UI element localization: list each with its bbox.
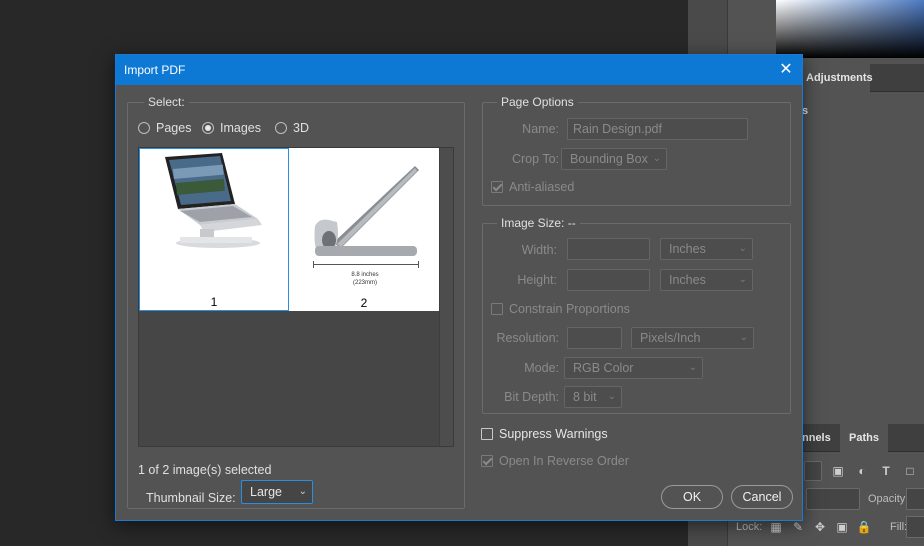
- tab-adjustments[interactable]: Adjustments: [800, 64, 873, 92]
- thumbnail-grid[interactable]: 1 8.8 inches (223mm) 2: [138, 147, 454, 447]
- brush-icon[interactable]: ✎: [790, 519, 806, 535]
- select-legend: Select:: [144, 95, 189, 109]
- radio-images-label: Images: [220, 121, 261, 135]
- opacity-label: Opacity:: [868, 493, 909, 505]
- suppress-warnings-checkbox[interactable]: Suppress Warnings: [481, 427, 608, 441]
- suppress-warnings-check-icon[interactable]: [481, 428, 493, 440]
- suppress-warnings-label: Suppress Warnings: [499, 427, 608, 441]
- thumbnail-1-label: 1: [210, 295, 218, 309]
- thumbnail-size-value: Large: [250, 485, 282, 499]
- reverse-order-label: Open In Reverse Order: [499, 454, 629, 468]
- constrain-proportions-checkbox[interactable]: Constrain Proportions: [491, 302, 630, 316]
- radio-3d[interactable]: 3D: [275, 121, 309, 135]
- layer-filter-select[interactable]: [804, 461, 822, 481]
- select-group: Select: Pages Images 3D 1 8.8 inches (22…: [127, 95, 465, 509]
- chevron-down-icon: ⌄: [607, 391, 616, 402]
- page-options-legend: Page Options: [497, 95, 578, 109]
- dialog-title: Import PDF: [124, 63, 186, 77]
- dialog-titlebar[interactable]: Import PDF ✕: [116, 55, 802, 85]
- name-field-value: Rain Design.pdf: [573, 122, 662, 136]
- resolution-unit-value: Pixels/Inch: [640, 331, 701, 345]
- thumbnail-size-select[interactable]: Large ⌄: [241, 480, 313, 504]
- bit-depth-value: 8 bit: [573, 390, 597, 404]
- width-label: Width:: [521, 243, 557, 257]
- cancel-button[interactable]: Cancel: [731, 485, 793, 509]
- import-pdf-dialog: Import PDF ✕ Select: Pages Images 3D 1 8…: [115, 54, 803, 521]
- chevron-down-icon: ⌄: [652, 153, 661, 164]
- anti-aliased-label: Anti-aliased: [509, 180, 575, 194]
- crop-to-label: Crop To:: [511, 152, 559, 166]
- lock-icon[interactable]: 🔒: [856, 519, 872, 535]
- blend-mode-select[interactable]: [806, 488, 860, 510]
- ok-button[interactable]: OK: [661, 485, 723, 509]
- radio-pages-button[interactable]: [138, 122, 150, 134]
- height-unit-value: Inches: [669, 273, 706, 287]
- shape-filter-icon[interactable]: □: [902, 463, 918, 479]
- thumbnail-2[interactable]: 8.8 inches (223mm) 2: [289, 148, 439, 311]
- image-filter-icon[interactable]: ▣: [830, 463, 846, 479]
- image-size-legend: Image Size: --: [497, 216, 580, 230]
- height-unit-select[interactable]: Inches ⌄: [660, 269, 753, 291]
- fill-field[interactable]: [906, 516, 924, 538]
- thumbnail-size-label: Thumbnail Size:: [146, 491, 236, 505]
- chevron-down-icon: ⌄: [688, 362, 697, 373]
- tab-channels[interactable]: nnels: [802, 424, 831, 452]
- height-label: Height:: [517, 273, 557, 287]
- mode-value: RGB Color: [573, 361, 634, 375]
- move-icon[interactable]: ✥: [812, 519, 828, 535]
- tab-paths[interactable]: Paths: [840, 424, 888, 452]
- width-field[interactable]: [567, 238, 650, 260]
- mode-select[interactable]: RGB Color ⌄: [564, 357, 703, 379]
- width-unit-select[interactable]: Inches ⌄: [660, 238, 753, 260]
- reverse-order-checkbox[interactable]: Open In Reverse Order: [481, 454, 629, 468]
- chevron-down-icon: ⌄: [738, 243, 747, 254]
- crop-to-value: Bounding Box: [570, 152, 648, 166]
- chevron-down-icon: ⌄: [738, 274, 747, 285]
- radio-images[interactable]: Images: [202, 121, 261, 135]
- stand-side-image: 8.8 inches (223mm): [313, 166, 419, 286]
- radio-pages-label: Pages: [156, 121, 192, 135]
- crop-to-select[interactable]: Bounding Box ⌄: [561, 148, 667, 170]
- resolution-label: Resolution:: [496, 331, 559, 345]
- page-options-group: Page Options Name: Rain Design.pdf Crop …: [482, 95, 791, 206]
- color-picker-gradient[interactable]: [776, 0, 924, 58]
- name-field[interactable]: Rain Design.pdf: [567, 118, 748, 140]
- thumbnail-2-label: 2: [360, 296, 368, 310]
- close-icon[interactable]: ✕: [770, 55, 802, 85]
- thumbnail-scrollbar[interactable]: [439, 148, 453, 446]
- radio-3d-label: 3D: [293, 121, 309, 135]
- resolution-unit-select[interactable]: Pixels/Inch ⌄: [631, 327, 754, 349]
- fill-label: Fill:: [890, 521, 908, 533]
- type-filter-icon[interactable]: T: [878, 463, 894, 479]
- constrain-label: Constrain Proportions: [509, 302, 630, 316]
- height-field[interactable]: [567, 269, 650, 291]
- laptop-stand-image: [165, 153, 262, 248]
- mode-label: Mode:: [524, 361, 559, 375]
- lock-label: Lock:: [736, 521, 763, 533]
- radio-pages[interactable]: Pages: [138, 121, 191, 135]
- radio-3d-button[interactable]: [275, 122, 287, 134]
- anti-aliased-checkbox[interactable]: Anti-aliased: [491, 180, 574, 194]
- bit-depth-label: Bit Depth:: [504, 390, 559, 404]
- anti-aliased-check-icon[interactable]: [491, 181, 503, 193]
- adjustment-filter-icon[interactable]: ◐: [854, 463, 870, 479]
- lock-pixels-icon[interactable]: ▦: [768, 519, 784, 535]
- resolution-field[interactable]: [567, 327, 622, 349]
- thumbnail-1[interactable]: 1: [139, 148, 289, 311]
- image-size-group: Image Size: -- Width: Inches ⌄ Height: I…: [482, 216, 791, 414]
- chevron-down-icon: ⌄: [739, 332, 748, 343]
- opacity-field[interactable]: [906, 488, 924, 510]
- bit-depth-select[interactable]: 8 bit ⌄: [564, 386, 622, 408]
- artboard-icon[interactable]: ▣: [834, 519, 850, 535]
- reverse-order-check-icon[interactable]: [481, 455, 493, 467]
- thumbnail-2-caption-2: (223mm): [353, 280, 377, 286]
- selection-status: 1 of 2 image(s) selected: [138, 463, 272, 477]
- constrain-check-icon[interactable]: [491, 303, 503, 315]
- chevron-down-icon: ⌄: [298, 486, 307, 497]
- name-label: Name:: [522, 122, 559, 136]
- thumbnail-2-caption-1: 8.8 inches: [351, 272, 378, 278]
- width-unit-value: Inches: [669, 242, 706, 256]
- radio-images-button[interactable]: [202, 122, 214, 134]
